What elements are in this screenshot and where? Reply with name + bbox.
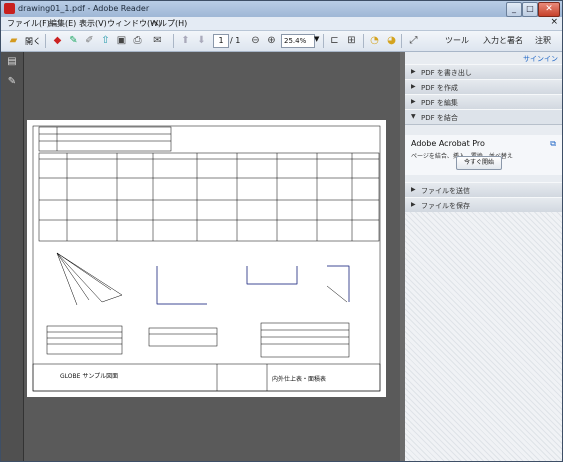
page-total: / 1	[230, 36, 241, 45]
drawing-sheet	[32, 125, 381, 392]
create-pdf-icon[interactable]: ◆	[51, 34, 64, 47]
chevron-down-icon[interactable]: ▼	[314, 35, 319, 43]
section-export-pdf[interactable]: ▶ PDF を書き出し	[405, 64, 562, 80]
page-thumbnails-icon[interactable]: ▤	[7, 56, 17, 68]
toolbar-separator	[401, 34, 402, 48]
section-edit-pdf[interactable]: ▶ PDF を編集	[405, 94, 562, 110]
minimize-button[interactable]: _	[506, 2, 522, 17]
toolbar-separator	[363, 34, 364, 48]
zoom-out-icon[interactable]: ⊖	[249, 34, 262, 47]
title-block-left: GLOBE サンプル図面	[60, 373, 119, 380]
title-bar: drawing01_1.pdf - Adobe Reader _ □ ✕	[1, 1, 562, 17]
edit-icon[interactable]: ✎	[67, 34, 80, 47]
window-close-button[interactable]: ✕	[538, 2, 560, 17]
document-area[interactable]: GLOBE サンプル図面 内外仕上表・面積表	[24, 52, 400, 461]
toolbar: ▰ 開く ◆ ✎ ✐ ⇧ ▣ ⎙ ✉ ⬆ ⬇ 1 / 1 ⊖ ⊕ 25.4% ▼…	[1, 31, 562, 52]
tools-pane: サインイン ▶ PDF を書き出し ▶ PDF を作成 ▶ PDF を編集 ▼ …	[405, 52, 562, 461]
expand-icon[interactable]: ⤢	[407, 34, 420, 47]
chevron-down-icon: ▼	[411, 113, 416, 120]
comment-icon[interactable]: ◔	[368, 34, 381, 47]
menu-file[interactable]: ファイル(F)	[7, 18, 50, 29]
section-label: PDF を結合	[421, 114, 458, 122]
menu-close-icon[interactable]: ×	[550, 17, 558, 27]
app-window: drawing01_1.pdf - Adobe Reader _ □ ✕ ファイ…	[0, 0, 563, 462]
section-label: PDF を書き出し	[421, 69, 472, 77]
section-send-file[interactable]: ▶ ファイルを送信	[405, 182, 562, 198]
save-icon[interactable]: ▣	[115, 34, 128, 47]
acrobat-heading: Adobe Acrobat Pro	[411, 139, 485, 148]
zoom-in-icon[interactable]: ⊕	[265, 34, 278, 47]
page-number-input[interactable]: 1	[213, 34, 229, 48]
prev-page-icon[interactable]: ⬆	[179, 34, 192, 47]
section-label: ファイルを保存	[421, 202, 470, 210]
toolbar-separator	[45, 34, 46, 48]
fill-sign-button[interactable]: 入力と署名	[483, 35, 523, 46]
window-title: drawing01_1.pdf - Adobe Reader	[18, 4, 150, 13]
sign-in-link[interactable]: サインイン	[523, 54, 558, 64]
open-folder-icon[interactable]: ▰	[7, 34, 20, 47]
chevron-right-icon: ▶	[411, 201, 416, 208]
start-now-button[interactable]: 今すぐ開始	[456, 156, 502, 170]
chevron-right-icon: ▶	[411, 68, 416, 75]
pdf-page: GLOBE サンプル図面 内外仕上表・面積表	[27, 120, 386, 397]
convert-icon[interactable]: ✐	[83, 34, 96, 47]
title-block-right: 内外仕上表・面積表	[272, 376, 327, 383]
chevron-right-icon: ▶	[411, 186, 416, 193]
attachments-icon[interactable]: ✎	[7, 76, 17, 88]
adobe-reader-icon	[4, 3, 15, 14]
upload-icon[interactable]: ⇧	[99, 34, 112, 47]
chevron-right-icon: ▶	[411, 83, 416, 90]
section-create-pdf[interactable]: ▶ PDF を作成	[405, 79, 562, 95]
next-page-icon[interactable]: ⬇	[195, 34, 208, 47]
navigation-rail: ▤ ✎	[1, 52, 24, 461]
comment-button[interactable]: 注釈	[535, 35, 551, 46]
chevron-right-icon: ▶	[411, 98, 416, 105]
section-label: PDF を編集	[421, 99, 458, 107]
print-icon[interactable]: ⎙	[131, 34, 144, 47]
menu-help[interactable]: ヘルプ(H)	[151, 18, 187, 29]
highlight-icon[interactable]: ◕	[385, 34, 398, 47]
fit-page-icon[interactable]: ⊞	[345, 34, 358, 47]
section-combine-pdf[interactable]: ▼ PDF を結合	[405, 109, 562, 125]
toolbar-separator	[323, 34, 324, 48]
toolbar-separator	[173, 34, 174, 48]
copy-icon[interactable]: ⧉	[550, 139, 556, 149]
section-label: ファイルを送信	[421, 187, 470, 195]
section-label: PDF を作成	[421, 84, 458, 92]
menu-bar: ファイル(F) 編集(E) 表示(V) ウィンドウ(W) ヘルプ(H) ×	[1, 17, 562, 31]
menu-edit[interactable]: 編集(E)	[49, 18, 76, 29]
tools-button[interactable]: ツール	[445, 35, 469, 46]
maximize-button[interactable]: □	[522, 2, 538, 17]
email-icon[interactable]: ✉	[151, 34, 164, 47]
open-button-label[interactable]: 開く	[25, 36, 41, 47]
zoom-select[interactable]: 25.4%	[281, 34, 315, 48]
fit-width-icon[interactable]: ⊏	[328, 34, 341, 47]
section-save-file[interactable]: ▶ ファイルを保存	[405, 197, 562, 213]
pane-empty-area	[405, 212, 562, 461]
menu-view[interactable]: 表示(V)	[79, 18, 107, 29]
